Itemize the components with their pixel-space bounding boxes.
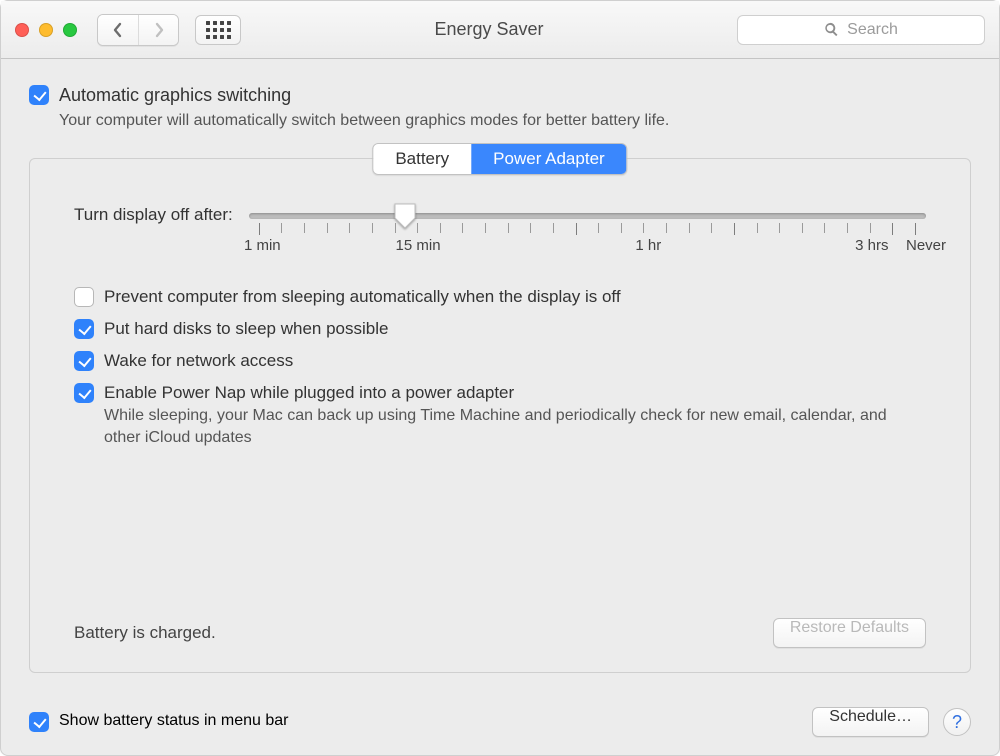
tick-never: Never bbox=[906, 237, 946, 254]
prevent-sleep-row: Prevent computer from sleeping automatic… bbox=[74, 287, 926, 307]
options-list: Prevent computer from sleeping automatic… bbox=[74, 287, 926, 450]
nav-back-forward bbox=[97, 14, 179, 46]
chevron-right-icon bbox=[153, 22, 165, 38]
minimize-button[interactable] bbox=[39, 23, 53, 37]
help-icon: ? bbox=[952, 712, 962, 733]
power-nap-label: Enable Power Nap while plugged into a po… bbox=[104, 383, 514, 403]
content: Automatic graphics switching Your comput… bbox=[1, 59, 999, 693]
tick-1min: 1 min bbox=[244, 237, 281, 254]
hard-disks-label: Put hard disks to sleep when possible bbox=[104, 319, 388, 339]
slider-thumb-icon bbox=[394, 203, 416, 229]
window-footer: Show battery status in menu bar Schedule… bbox=[1, 693, 999, 755]
auto-graphics-row: Automatic graphics switching bbox=[29, 85, 971, 106]
slider-thumb[interactable] bbox=[394, 203, 416, 229]
energy-saver-window: Energy Saver Search Automatic graphics s… bbox=[0, 0, 1000, 756]
power-nap-desc: While sleeping, your Mac can back up usi… bbox=[104, 405, 926, 450]
zoom-button[interactable] bbox=[63, 23, 77, 37]
slider-track bbox=[249, 213, 926, 219]
show-all-button[interactable] bbox=[195, 15, 241, 45]
display-off-label: Turn display off after: bbox=[74, 205, 233, 225]
grid-icon bbox=[206, 21, 231, 39]
panel-footer: Battery is charged. Restore Defaults bbox=[74, 618, 926, 648]
search-icon bbox=[824, 22, 839, 37]
show-battery-checkbox[interactable] bbox=[29, 712, 49, 732]
settings-panel: Battery Power Adapter Turn display off a… bbox=[29, 158, 971, 673]
power-source-tabs: Battery Power Adapter bbox=[372, 143, 627, 175]
display-off-slider-block: Turn display off after: bbox=[74, 205, 926, 255]
wake-network-checkbox[interactable] bbox=[74, 351, 94, 371]
tab-power-adapter[interactable]: Power Adapter bbox=[471, 144, 627, 174]
wake-network-label: Wake for network access bbox=[104, 351, 293, 371]
slider-ticks bbox=[259, 223, 916, 235]
hard-disks-row: Put hard disks to sleep when possible bbox=[74, 319, 926, 339]
wake-network-row: Wake for network access bbox=[74, 351, 926, 371]
power-nap-checkbox[interactable] bbox=[74, 383, 94, 403]
hard-disks-checkbox[interactable] bbox=[74, 319, 94, 339]
tick-15min: 15 min bbox=[396, 237, 441, 254]
auto-graphics-label: Automatic graphics switching bbox=[59, 85, 291, 106]
chevron-left-icon bbox=[112, 22, 124, 38]
traffic-lights bbox=[15, 23, 77, 37]
show-battery-label: Show battery status in menu bar bbox=[59, 712, 288, 730]
display-off-slider[interactable]: 1 min 15 min 1 hr 3 hrs Never bbox=[249, 205, 926, 255]
close-button[interactable] bbox=[15, 23, 29, 37]
help-button[interactable]: ? bbox=[943, 708, 971, 736]
window-title: Energy Saver bbox=[255, 19, 723, 40]
power-nap-row: Enable Power Nap while plugged into a po… bbox=[74, 383, 926, 403]
tick-3hrs: 3 hrs bbox=[855, 237, 888, 254]
show-battery-row: Show battery status in menu bar bbox=[29, 712, 288, 732]
auto-graphics-checkbox[interactable] bbox=[29, 85, 49, 105]
schedule-button[interactable]: Schedule… bbox=[812, 707, 929, 737]
prevent-sleep-label: Prevent computer from sleeping automatic… bbox=[104, 287, 621, 307]
titlebar: Energy Saver Search bbox=[1, 1, 999, 59]
tick-1hr: 1 hr bbox=[635, 237, 661, 254]
auto-graphics-desc: Your computer will automatically switch … bbox=[59, 112, 971, 130]
back-button[interactable] bbox=[98, 15, 138, 45]
prevent-sleep-checkbox[interactable] bbox=[74, 287, 94, 307]
search-input[interactable]: Search bbox=[737, 15, 985, 45]
tab-battery[interactable]: Battery bbox=[373, 144, 471, 174]
search-placeholder: Search bbox=[847, 21, 898, 39]
battery-status: Battery is charged. bbox=[74, 623, 216, 643]
forward-button[interactable] bbox=[138, 15, 178, 45]
restore-defaults-button[interactable]: Restore Defaults bbox=[773, 618, 926, 648]
